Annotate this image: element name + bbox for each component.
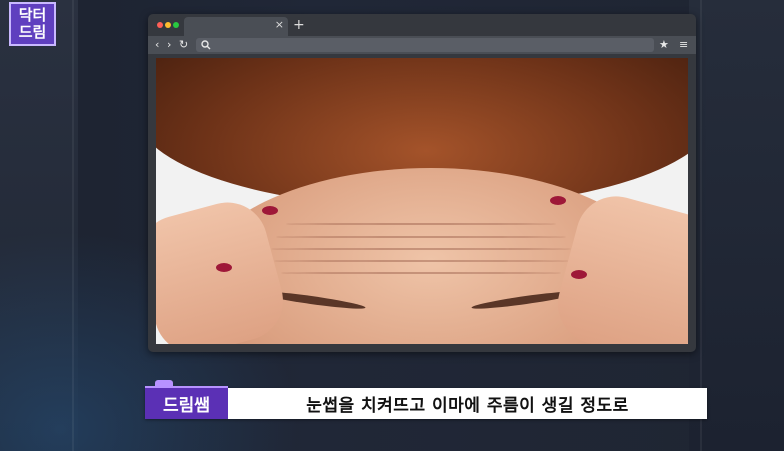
photo-fingernail bbox=[216, 263, 232, 272]
backdrop-divider bbox=[72, 0, 74, 451]
new-tab-icon[interactable]: + bbox=[293, 17, 305, 33]
photo-wrinkle bbox=[274, 260, 569, 262]
browser-tab[interactable]: × bbox=[184, 17, 288, 36]
logo-line-1: 닥터 bbox=[18, 6, 47, 24]
browser-titlebar: × + bbox=[148, 14, 696, 36]
speaker-name-tag: 드림쌤 bbox=[145, 388, 228, 419]
minimize-window-dot-icon[interactable] bbox=[165, 22, 171, 28]
channel-logo: 닥터 드림 bbox=[9, 2, 56, 46]
reload-icon[interactable]: ↻ bbox=[179, 37, 188, 53]
maximize-window-dot-icon[interactable] bbox=[173, 22, 179, 28]
close-window-dot-icon[interactable] bbox=[157, 22, 163, 28]
logo-line-2: 드림 bbox=[18, 23, 47, 41]
bookmark-star-icon[interactable]: ★ bbox=[659, 37, 669, 53]
photo-fingernail bbox=[571, 270, 587, 279]
photo-wrinkle bbox=[286, 223, 556, 225]
studio-backdrop-right bbox=[689, 0, 784, 451]
photo-wrinkle bbox=[276, 236, 566, 238]
photo-fingernail bbox=[550, 196, 566, 205]
forward-icon[interactable]: › bbox=[167, 37, 171, 53]
photo-wrinkle bbox=[281, 272, 561, 274]
photo-wrinkle bbox=[271, 248, 571, 250]
back-icon[interactable]: ‹ bbox=[155, 37, 159, 53]
menu-icon[interactable]: ≡ bbox=[679, 37, 688, 53]
browser-window: × + ‹ › ↻ ★ ≡ bbox=[148, 14, 696, 352]
address-bar[interactable] bbox=[196, 38, 654, 52]
photo-fingernail bbox=[262, 206, 278, 215]
subtitle-caption: 드림쌤 눈썹을 치켜뜨고 이마에 주름이 생길 정도로 bbox=[145, 380, 707, 419]
tab-close-icon[interactable]: × bbox=[275, 18, 284, 31]
speaker-name: 드림쌤 bbox=[163, 396, 210, 416]
forehead-wrinkle-photo bbox=[156, 58, 688, 344]
search-icon bbox=[201, 40, 211, 50]
backdrop-divider bbox=[700, 0, 702, 451]
browser-navbar: ‹ › ↻ ★ ≡ bbox=[148, 36, 696, 54]
caption-text: 눈썹을 치켜뜨고 이마에 주름이 생길 정도로 bbox=[306, 396, 629, 416]
